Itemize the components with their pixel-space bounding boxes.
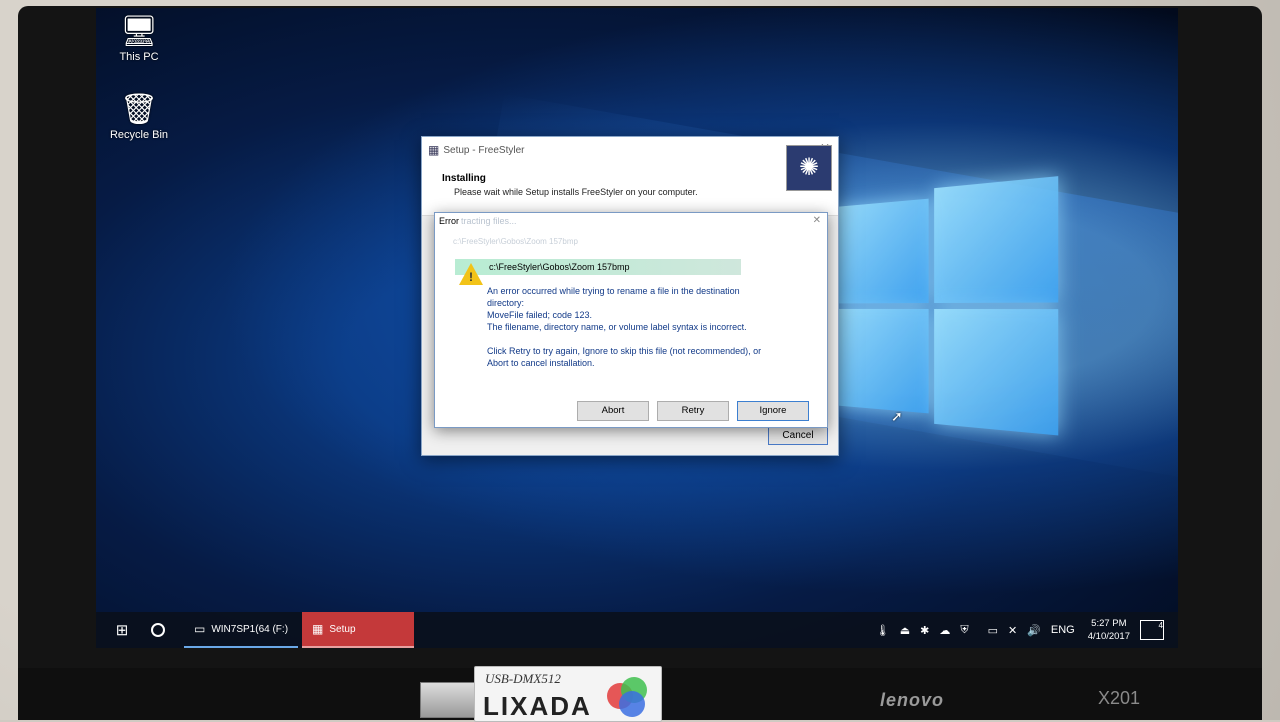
taskbar-item-setup[interactable]: ▦ Setup bbox=[302, 612, 415, 648]
recycle-bin-icon: 🗑 bbox=[119, 93, 159, 126]
usb-dongle: USB-DMX512 LIXADA bbox=[420, 666, 662, 722]
cortana-button[interactable] bbox=[140, 612, 176, 648]
close-icon[interactable]: ✕ bbox=[813, 215, 821, 226]
error-message-line: directory: bbox=[487, 298, 525, 308]
warning-exclamation-icon: ! bbox=[469, 270, 473, 284]
abort-button[interactable]: Abort bbox=[577, 401, 649, 421]
error-dialog-title: Error bbox=[439, 216, 459, 226]
cortana-icon bbox=[151, 623, 165, 637]
usb-eject-icon[interactable]: ⏏ bbox=[900, 624, 910, 637]
taskbar: ⊞ ▭ WIN7SP1(64 (F:) ▦ Setup 🌡 ⏏ ✱ ☁ ⛨ ▭ … bbox=[96, 612, 1178, 648]
usb-body: USB-DMX512 LIXADA bbox=[474, 666, 662, 722]
notification-center-icon[interactable]: 4 bbox=[1140, 620, 1164, 640]
cancel-button[interactable]: Cancel bbox=[768, 427, 828, 445]
setup-app-icon: ▦ bbox=[428, 143, 440, 157]
desktop-icon-label: This PC bbox=[119, 51, 159, 63]
clock-date: 4/10/2017 bbox=[1087, 631, 1130, 642]
mouse-cursor-icon: ➚ bbox=[891, 408, 903, 424]
clock-time: 5:27 PM bbox=[1091, 618, 1127, 629]
usb-label: USB-DMX512 bbox=[485, 671, 561, 686]
start-button[interactable]: ⊞ bbox=[104, 612, 140, 648]
error-dialog: Error tracting files... ✕ c:\FreeStyler\G… bbox=[434, 212, 828, 428]
setup-heading: Installing bbox=[442, 173, 486, 184]
usb-plug bbox=[420, 682, 478, 718]
error-titlebar[interactable]: Error tracting files... bbox=[435, 213, 827, 231]
clock[interactable]: 5:27 PM 4/10/2017 bbox=[1088, 617, 1130, 643]
setup-titlebar[interactable]: ▦ Setup - FreeStyler bbox=[422, 137, 838, 163]
freestyler-logo-icon: ✺ bbox=[786, 145, 832, 191]
error-instruction-line: Click Retry to try again, Ignore to skip… bbox=[487, 346, 762, 356]
thermometer-icon[interactable]: 🌡 bbox=[876, 624, 890, 637]
retry-button[interactable]: Retry bbox=[657, 401, 729, 421]
drive-icon: ▭ bbox=[194, 622, 206, 636]
setup-window-title: Setup - FreeStyler bbox=[443, 144, 525, 156]
language-indicator[interactable]: ENG bbox=[1051, 624, 1075, 636]
desktop-icon-this-pc[interactable]: 🖥 This PC bbox=[104, 15, 174, 64]
taskbar-item-drive[interactable]: ▭ WIN7SP1(64 (F:) bbox=[184, 612, 299, 648]
setup-subheading: Please wait while Setup installs FreeSty… bbox=[454, 187, 698, 197]
system-tray: 🌡 ⏏ ✱ ☁ ⛨ ▭ ✕ 🔊 ENG 5:27 PM 4/10/2017 4 bbox=[871, 612, 1178, 648]
computer-icon: 🖥 bbox=[119, 15, 159, 48]
notification-count: 4 bbox=[1158, 621, 1163, 630]
setup-header: Installing Please wait while Setup insta… bbox=[422, 145, 838, 216]
cloud-icon[interactable]: ☁ bbox=[939, 624, 950, 637]
usb-logo bbox=[607, 677, 651, 717]
volume-icon[interactable]: 🔊 bbox=[1027, 624, 1041, 637]
taskbar-item-label: Setup bbox=[329, 623, 356, 635]
ignore-button[interactable]: Ignore bbox=[737, 401, 809, 421]
error-ghost-path: c:\FreeStyler\Gobos\Zoom 157bmp bbox=[453, 237, 578, 246]
desktop-icon-recycle-bin[interactable]: 🗑 Recycle Bin bbox=[104, 93, 174, 142]
error-instruction-line: Abort to cancel installation. bbox=[487, 358, 595, 368]
battery-icon[interactable]: ▭ bbox=[988, 624, 998, 637]
laptop-model: X201 bbox=[1098, 688, 1141, 708]
error-message-line: The filename, directory name, or volume … bbox=[487, 322, 747, 332]
screen: 🖥 This PC 🗑 Recycle Bin ▦ Setup - FreeSt… bbox=[96, 8, 1178, 648]
error-message-line: An error occurred while trying to rename… bbox=[487, 286, 740, 296]
network-icon[interactable]: ✕ bbox=[1008, 624, 1017, 637]
error-ghost-title: tracting files... bbox=[461, 216, 517, 226]
bluetooth-icon[interactable]: ✱ bbox=[920, 624, 929, 637]
setup-icon: ▦ bbox=[312, 622, 324, 636]
taskbar-item-label: WIN7SP1(64 (F:) bbox=[211, 623, 289, 635]
windows-logo-wallpaper bbox=[833, 176, 1059, 440]
desktop-icon-label: Recycle Bin bbox=[109, 129, 169, 141]
error-message-line: MoveFile failed; code 123. bbox=[487, 310, 593, 320]
usb-brand: LIXADA bbox=[483, 691, 592, 721]
laptop-brand: lenovo bbox=[880, 690, 945, 710]
error-file-path: c:\FreeStyler\Gobos\Zoom 157bmp bbox=[455, 259, 741, 275]
error-message: An error occurred while trying to rename… bbox=[487, 285, 807, 369]
security-icon[interactable]: ⛨ bbox=[960, 624, 968, 637]
